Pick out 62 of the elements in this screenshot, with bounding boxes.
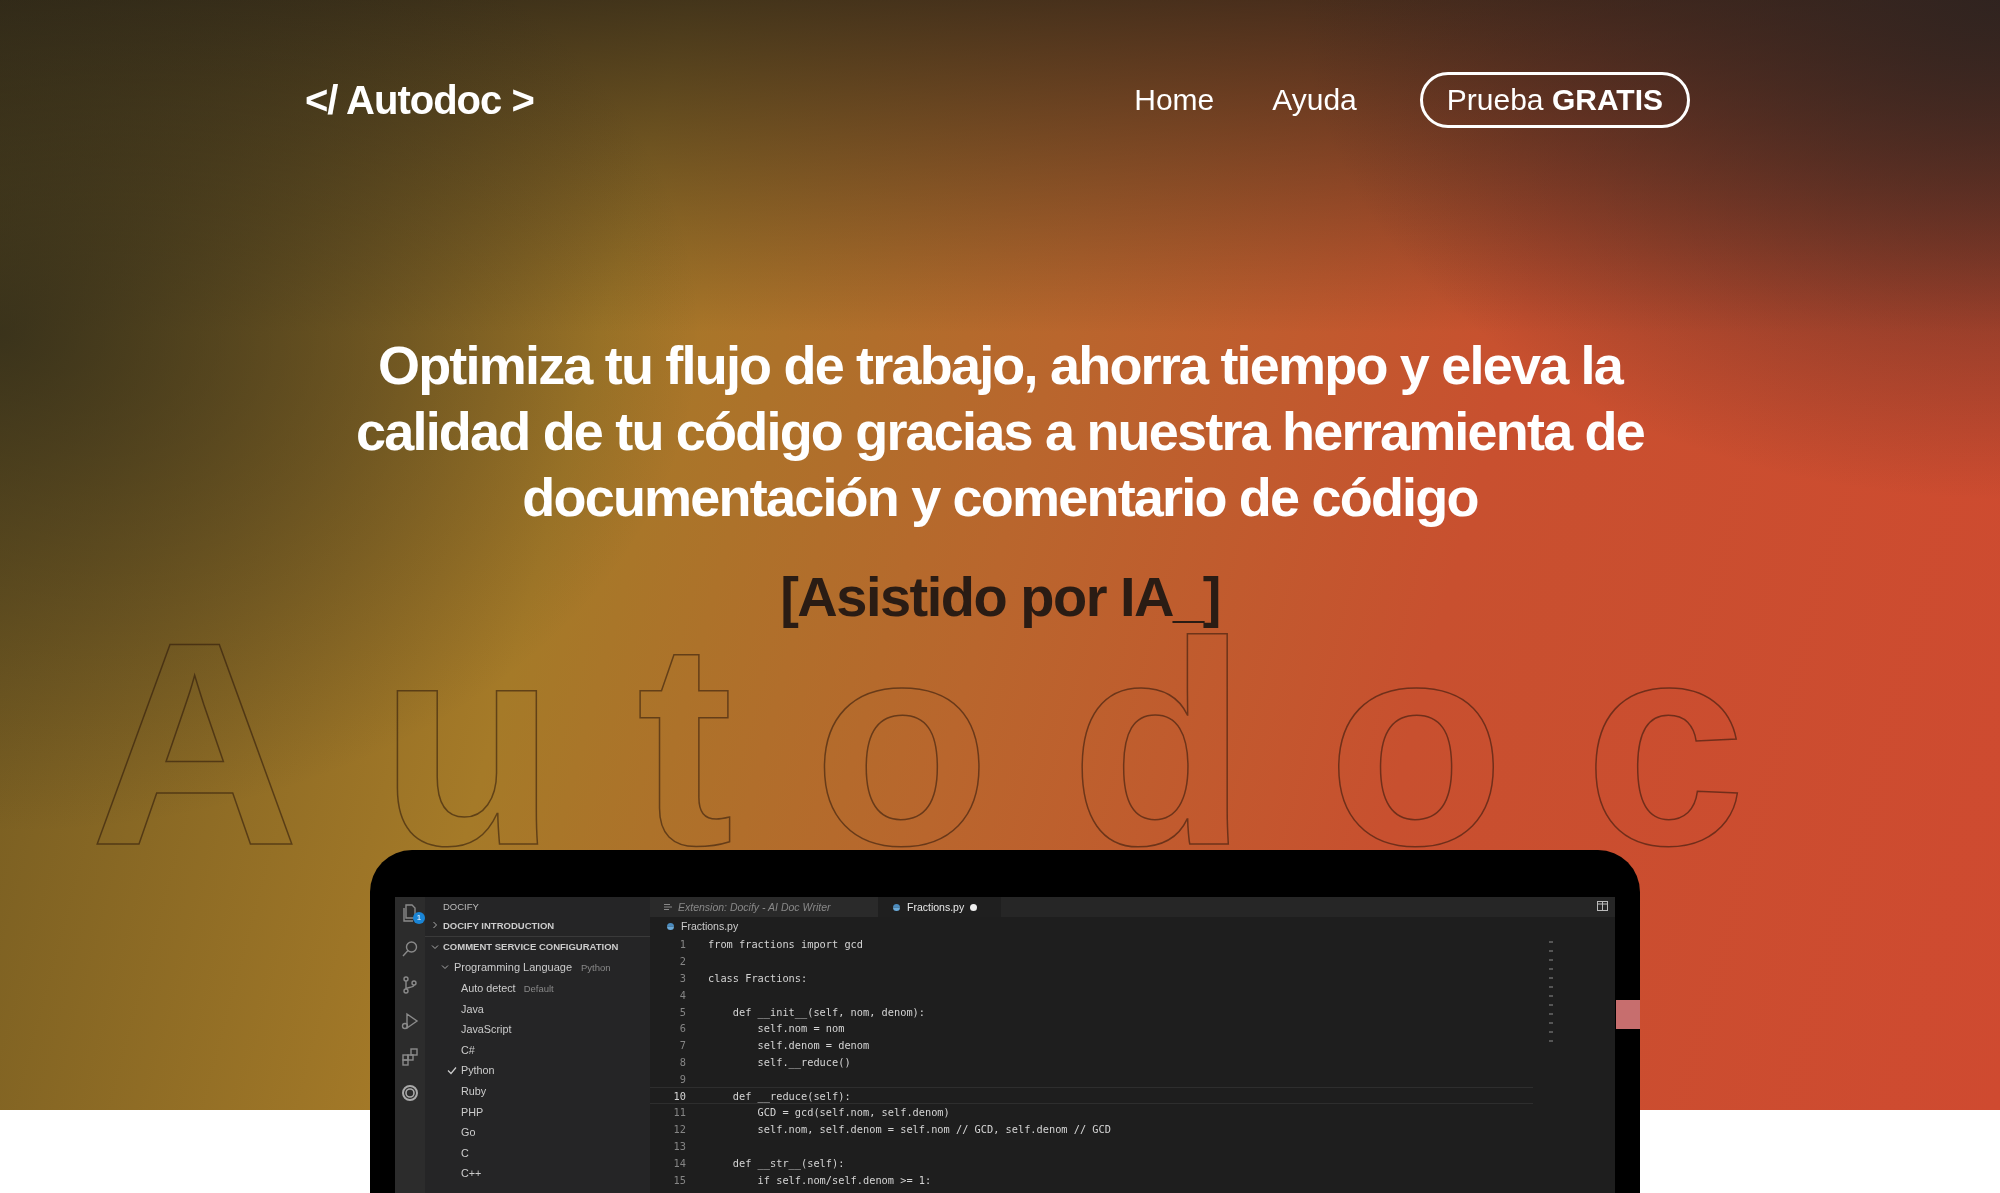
logo[interactable]: </ Autodoc > xyxy=(305,77,534,123)
run-icon[interactable] xyxy=(400,1011,420,1031)
option-item[interactable]: Auto detect Default xyxy=(425,977,650,999)
search-icon[interactable] xyxy=(400,939,420,959)
code-line: self.__reduce() xyxy=(756,1055,851,1068)
split-editor-icon[interactable] xyxy=(1597,901,1608,911)
setting-group[interactable]: Programming Language Python xyxy=(425,957,650,978)
line-number: 8 xyxy=(678,1055,687,1068)
option-item[interactable]: Ruby xyxy=(425,1080,650,1102)
code-line: def __reduce(self): xyxy=(731,1089,851,1102)
code-line: self.nom = nom xyxy=(756,1022,845,1035)
branch-icon[interactable] xyxy=(400,975,420,995)
option-item[interactable]: JavaScript xyxy=(425,1018,650,1040)
code-line: self.denom = denom xyxy=(756,1039,870,1052)
python-file-icon xyxy=(892,902,901,912)
notification-badge: 1 xyxy=(413,912,425,924)
line-number: 7 xyxy=(678,1039,687,1052)
option-item[interactable]: Python xyxy=(425,1060,650,1081)
editor-tab[interactable]: Extension: Docify - AI Doc Writer xyxy=(650,897,878,917)
code-line: from fractions import gcd xyxy=(708,938,863,951)
line-number: 1 xyxy=(678,938,687,951)
line-number: 14 xyxy=(672,1156,687,1169)
panel-title: DOCIFY xyxy=(442,899,480,914)
option-item[interactable]: PHP xyxy=(425,1101,650,1122)
editor-tab[interactable]: Fractions.py xyxy=(878,897,1002,917)
chevron-right-icon[interactable] xyxy=(431,921,439,930)
code-line: if self.nom/self.denom >= 1: xyxy=(756,1173,932,1186)
option-item[interactable]: Go xyxy=(425,1121,650,1143)
line-number: 11 xyxy=(672,1106,687,1119)
line-number: 3 xyxy=(678,972,687,984)
line-number: 13 xyxy=(672,1139,687,1152)
code-line: def __str__(self): xyxy=(731,1156,845,1169)
extensions-icon[interactable] xyxy=(400,1047,420,1067)
option-item[interactable]: C++ xyxy=(425,1163,650,1184)
document-icon xyxy=(664,903,672,911)
breadcrumb[interactable]: Fractions.py xyxy=(650,917,1615,935)
chevron-down-icon[interactable] xyxy=(441,963,449,972)
tagline: [Asistido por IA_] xyxy=(780,564,1220,629)
line-number: 9 xyxy=(678,1072,687,1085)
trial-button[interactable]: Prueba GRATIS xyxy=(1419,72,1690,128)
code-line: class Fractions: xyxy=(708,972,808,984)
nav-link[interactable]: Home xyxy=(1134,83,1215,117)
python-file-icon xyxy=(666,921,675,931)
nav-link[interactable]: Ayuda xyxy=(1272,83,1357,117)
option-item[interactable]: C xyxy=(425,1142,650,1164)
line-number: 10 xyxy=(672,1089,687,1102)
chevron-down-icon[interactable] xyxy=(431,942,439,951)
ring-icon[interactable] xyxy=(400,1083,420,1103)
line-number: 15 xyxy=(672,1173,687,1186)
section-header[interactable]: DOCIFY INTRODUCTION xyxy=(425,915,650,937)
code-line: self.nom, self.denom = self.nom // GCD, self.denom // GCD xyxy=(756,1123,1111,1136)
option-item[interactable]: Java xyxy=(425,998,650,1019)
headline: Optimiza tu flujo de trabajo, ahorra tiempo y eleva la calidad de tu código gracias a nuestra herramienta de documentación y comentario de código xyxy=(354,334,1645,529)
line-number: 6 xyxy=(678,1022,687,1035)
option-item[interactable]: C# xyxy=(425,1039,650,1061)
line-number: 5 xyxy=(678,1005,687,1018)
code-line: GCD = gcd(self.nom, self.denom) xyxy=(756,1106,950,1119)
code-line: def __init__(self, nom, denom): xyxy=(731,1005,925,1018)
line-number: 2 xyxy=(678,955,687,968)
section-header[interactable]: COMMENT SERVICE CONFIGURATION xyxy=(425,936,650,958)
line-number: 4 xyxy=(678,988,687,1001)
line-number: 12 xyxy=(672,1123,687,1136)
